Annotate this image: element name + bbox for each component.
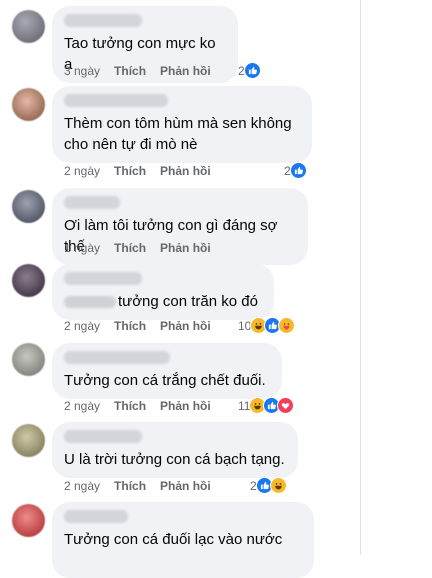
like-button[interactable]: Thích [114,64,146,78]
avatar[interactable] [12,10,45,43]
reaction-summary[interactable]: 2 [238,62,261,79]
reaction-summary[interactable]: 2 [250,477,287,494]
comment-text: Tưởng con cá trắng chết đuối. [64,372,266,389]
reply-button[interactable]: Phản hồi [160,479,211,493]
comment-time[interactable]: 1 ngày [64,241,100,255]
comment-bubble: U là trời tưởng con cá bạch tạng. [52,422,298,478]
reaction-summary[interactable]: 2 [284,162,307,179]
like-reaction-icon [289,162,307,179]
reaction-count: 10 [238,318,252,333]
avatar[interactable] [12,424,45,457]
haha-reaction-icon [269,477,287,494]
author-name-blurred[interactable] [64,272,142,285]
comment-text: Thèm con tôm hùm mà sen không cho nên tự… [64,115,292,153]
like-reaction-icon [243,62,261,79]
avatar[interactable] [12,504,45,537]
care-reaction-icon [278,317,296,334]
avatar[interactable] [12,343,45,376]
comment-text: tưởng con trăn ko đó [64,291,262,312]
avatar[interactable] [12,88,45,121]
reply-button[interactable]: Phản hồi [160,164,211,178]
avatar[interactable] [12,190,45,223]
like-button[interactable]: Thích [114,479,146,493]
author-name-blurred[interactable] [64,430,142,443]
comment-actions: 2 ngày Thích Phản hồi [64,164,225,178]
reaction-summary[interactable]: 10 [238,317,296,334]
like-button[interactable]: Thích [114,241,146,255]
comment-actions: 2 ngày Thích Phản hồi [64,319,225,333]
comment-text: Tưởng con cá đuối lạc vào nước [64,531,283,548]
reply-button[interactable]: Phản hồi [160,319,211,333]
mention-blurred[interactable] [64,296,116,309]
author-name-blurred[interactable] [64,196,120,209]
comment-time[interactable]: 2 ngày [64,479,100,493]
like-button[interactable]: Thích [114,164,146,178]
heart-reaction-icon [277,397,295,414]
reply-button[interactable]: Phản hồi [160,64,211,78]
comment-time[interactable]: 2 ngày [64,319,100,333]
comment-actions: 2 ngày Thích Phản hồi [64,399,225,413]
comment-time[interactable]: 2 ngày [64,399,100,413]
comment-bubble: Tưởng con cá đuối lạc vào nước [52,502,314,578]
comment-text-content: tưởng con trăn ko đó [118,293,258,310]
comment-time[interactable]: 3 ngày [64,64,100,78]
like-button[interactable]: Thích [114,319,146,333]
like-button[interactable]: Thích [114,399,146,413]
author-name-blurred[interactable] [64,14,142,27]
avatar[interactable] [12,264,45,297]
reply-button[interactable]: Phản hồi [160,241,211,255]
comment-actions: 3 ngày Thích Phản hồi [64,64,225,78]
comment-bubble: Tưởng con cá trắng chết đuối. [52,343,282,399]
reply-button[interactable]: Phản hồi [160,399,211,413]
comment-bubble: tưởng con trăn ko đó [52,264,274,320]
comment-text: U là trời tưởng con cá bạch tạng. [64,451,285,468]
comment-actions: 1 ngày Thích Phản hồi [64,241,225,255]
reaction-summary[interactable]: 11 [238,397,295,414]
author-name-blurred[interactable] [64,510,128,523]
comment-actions: 2 ngày Thích Phản hồi [64,479,225,493]
comment-time[interactable]: 2 ngày [64,164,100,178]
author-name-blurred[interactable] [64,94,168,107]
author-name-blurred[interactable] [64,351,170,364]
scrollbar-track[interactable] [360,0,361,555]
comment-bubble: Thèm con tôm hùm mà sen không cho nên tự… [52,86,312,163]
